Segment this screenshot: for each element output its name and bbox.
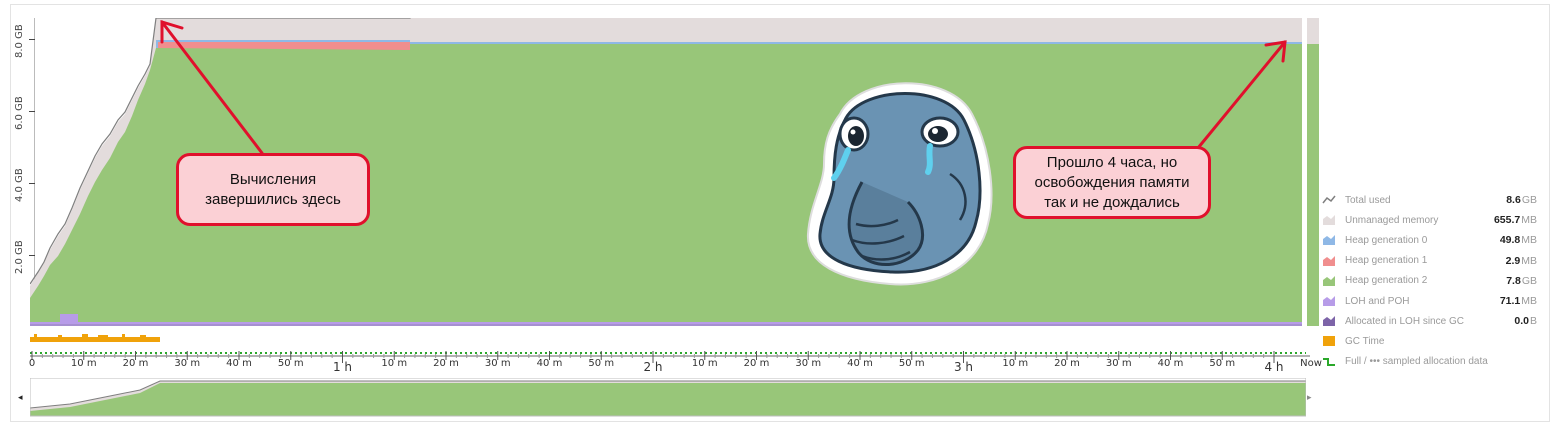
- callout-memory-not-freed: Прошло 4 часа, но освобождения памяти та…: [1013, 146, 1211, 219]
- legend-label: Heap generation 0: [1345, 234, 1428, 246]
- legend-value-number: 655.7: [1493, 214, 1521, 227]
- navigator-scroll-left-button[interactable]: ◂: [18, 392, 23, 403]
- line-icon: [1322, 195, 1336, 204]
- legend-value: 8.6GB: [1489, 194, 1537, 206]
- legend-value-number: 49.8: [1499, 234, 1521, 247]
- crying-elephant-sticker-icon: [806, 82, 993, 286]
- legend-value: 0.0B: [1489, 315, 1537, 327]
- legend-item[interactable]: Allocated in LOH since GC 0.0B: [1322, 311, 1537, 331]
- legend-item[interactable]: LOH and POH 71.1MB: [1322, 291, 1537, 311]
- legend-value: 2.9MB: [1489, 255, 1537, 267]
- legend-label: Total used: [1345, 194, 1391, 206]
- legend-value-number: 71.1: [1499, 295, 1521, 308]
- legend-item[interactable]: Heap generation 2 7.8GB: [1322, 271, 1537, 291]
- bar-icon: [1323, 336, 1335, 347]
- legend-value-unit: GB: [1521, 274, 1537, 287]
- legend-value-number: 0.0: [1514, 315, 1529, 328]
- navigator-scroll-right-button[interactable]: ▸: [1307, 392, 1312, 403]
- timeline-navigator[interactable]: [30, 378, 1306, 418]
- navigator-gen2: [30, 383, 1306, 416]
- legend-value: 7.8GB: [1489, 275, 1537, 287]
- area-icon: [1323, 275, 1335, 286]
- area-icon: [1323, 255, 1335, 266]
- legend-value-unit: MB: [1521, 234, 1537, 247]
- legend-label: Allocated in LOH since GC: [1345, 315, 1464, 327]
- legend-value-number: 2.9: [1505, 254, 1521, 267]
- legend-value-unit: MB: [1521, 214, 1537, 227]
- area-icon: [1323, 215, 1335, 226]
- legend-value-number: 7.8: [1506, 274, 1521, 287]
- legend-item[interactable]: GC Time: [1322, 331, 1537, 351]
- step-icon: [1323, 357, 1335, 366]
- area-icon: [1323, 316, 1335, 327]
- legend-item[interactable]: Heap generation 1 2.9MB: [1322, 251, 1537, 271]
- legend-item[interactable]: Total used 8.6GB: [1322, 190, 1537, 210]
- legend-value: 71.1MB: [1489, 295, 1537, 307]
- legend-value-unit: MB: [1521, 295, 1537, 308]
- legend-value: 655.7MB: [1489, 214, 1537, 226]
- legend-item[interactable]: Unmanaged memory 655.7MB: [1322, 210, 1537, 230]
- legend: Total used 8.6GB Unmanaged memory 655.7MB He…: [1322, 190, 1537, 372]
- legend-value-number: 8.6: [1506, 194, 1521, 207]
- legend-label: Unmanaged memory: [1345, 214, 1439, 226]
- arrow-right: [1196, 40, 1287, 150]
- legend-value: [1489, 356, 1537, 368]
- legend-value: [1489, 335, 1537, 347]
- legend-value-unit: MB: [1521, 254, 1537, 267]
- legend-item[interactable]: Heap generation 0 49.8MB: [1322, 230, 1537, 250]
- legend-value-unit: B: [1529, 315, 1537, 328]
- legend-value-unit: GB: [1521, 194, 1537, 207]
- legend-label: GC Time: [1345, 335, 1385, 347]
- legend-item[interactable]: Full / ••• sampled allocation data: [1322, 352, 1537, 372]
- legend-label: Heap generation 2: [1345, 275, 1428, 287]
- legend-value: 49.8MB: [1489, 234, 1537, 246]
- arrow-left: [160, 20, 264, 155]
- area-icon: [1323, 296, 1335, 307]
- legend-label: Heap generation 1: [1345, 255, 1428, 267]
- area-icon: [1323, 235, 1335, 246]
- legend-label: Full / ••• sampled allocation data: [1345, 356, 1488, 368]
- legend-label: LOH and POH: [1345, 295, 1410, 307]
- callout-computations-finished: Вычисления завершились здесь: [176, 153, 370, 226]
